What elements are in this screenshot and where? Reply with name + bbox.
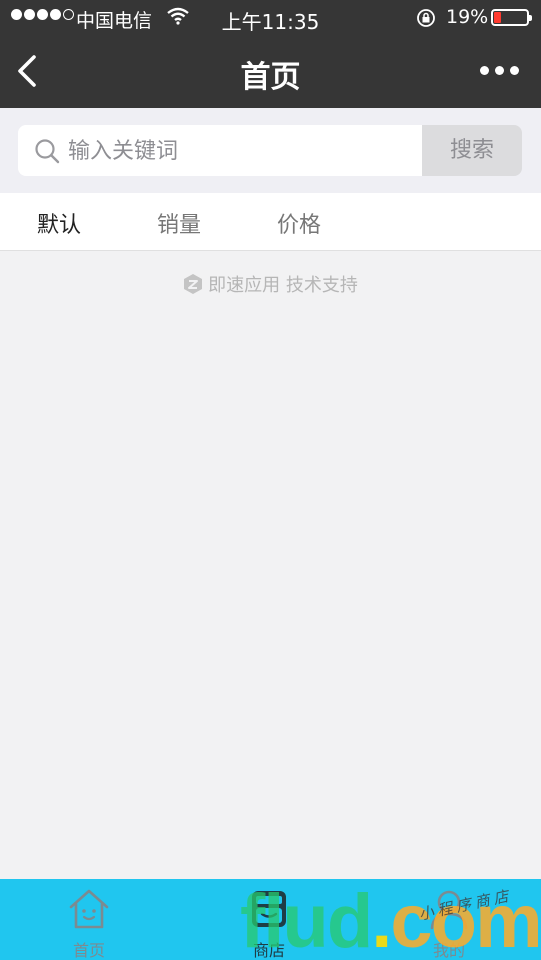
tab-default[interactable]: 默认: [37, 207, 81, 239]
tabbar-label-store: 商店: [252, 941, 285, 960]
more-options-icon[interactable]: [480, 66, 519, 75]
bottom-tab-bar: 首页 商店 我的: [0, 879, 541, 960]
tab-price[interactable]: 价格: [277, 207, 321, 239]
sort-tabs: 默认 销量 价格: [0, 193, 541, 251]
tab-sales[interactable]: 销量: [157, 207, 201, 239]
tabbar-label-me: 我的: [432, 941, 465, 960]
tech-support-notice: 即速应用 技术支持: [0, 271, 541, 297]
battery-icon: [491, 9, 532, 26]
jisu-logo-icon: [184, 274, 203, 294]
rotation-lock-icon: [417, 9, 435, 27]
navigation-bar: 首页: [0, 36, 541, 108]
user-icon: [430, 890, 468, 930]
tabbar-item-me[interactable]: 我的: [389, 879, 509, 960]
search-box: [18, 125, 422, 176]
tabbar-item-store[interactable]: 商店: [209, 879, 329, 960]
tabbar-item-home[interactable]: 首页: [29, 879, 149, 960]
page-title: 首页: [240, 60, 301, 95]
store-icon: [252, 891, 286, 927]
house-icon: [69, 889, 109, 929]
search-bar: 搜索: [0, 108, 541, 193]
battery-percentage: 19%: [446, 6, 489, 28]
search-icon: [35, 139, 60, 164]
support-text: 即速应用 技术支持: [208, 275, 358, 296]
search-input[interactable]: [68, 133, 408, 169]
tabbar-label-home: 首页: [72, 941, 105, 960]
status-bar: 中国电信 上午11:35 19%: [0, 0, 541, 36]
top-header: 中国电信 上午11:35 19% 首页: [0, 0, 541, 108]
search-button[interactable]: 搜索: [422, 125, 522, 176]
